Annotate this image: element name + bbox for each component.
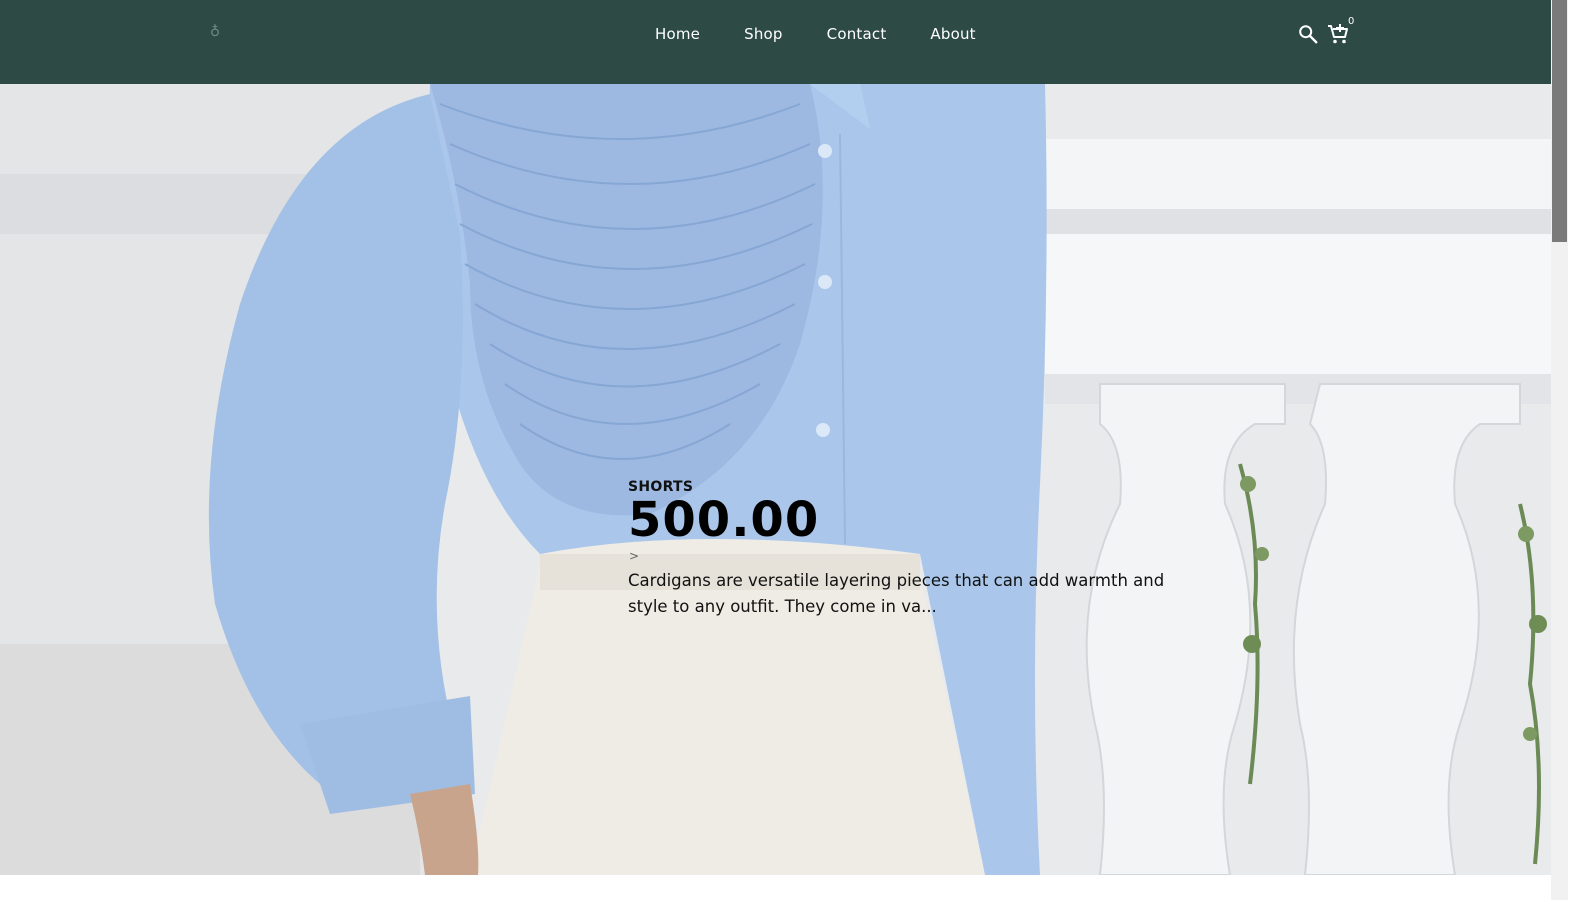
nav-shop-link[interactable]: Shop — [744, 24, 783, 44]
product-price: 500.00 — [628, 492, 820, 548]
product-description: Cardigans are versatile layering pieces … — [628, 571, 1165, 616]
search-icon[interactable] — [1297, 23, 1319, 45]
cart-icon[interactable] — [1326, 22, 1350, 46]
cart-count-badge: 0 — [1348, 16, 1355, 27]
site-header: ♁ Home Shop Contact About 0 — [0, 0, 1568, 84]
slide-caption: SHORTS 500.00 > Cardigans are versatile … — [628, 477, 1188, 620]
nav-contact-link[interactable]: Contact — [827, 24, 887, 44]
main-nav: Home Shop Contact About — [655, 24, 976, 44]
chevron-right-icon[interactable]: > — [629, 547, 1188, 565]
page-bottom — [0, 875, 1551, 900]
scrollbar-thumb[interactable] — [1552, 0, 1567, 242]
nav-home-link[interactable]: Home — [655, 24, 700, 44]
logo[interactable]: ♁ — [205, 22, 225, 42]
nav-about-link[interactable]: About — [930, 24, 975, 44]
hero-slide: SHORTS 500.00 > Cardigans are versatile … — [0, 84, 1551, 875]
